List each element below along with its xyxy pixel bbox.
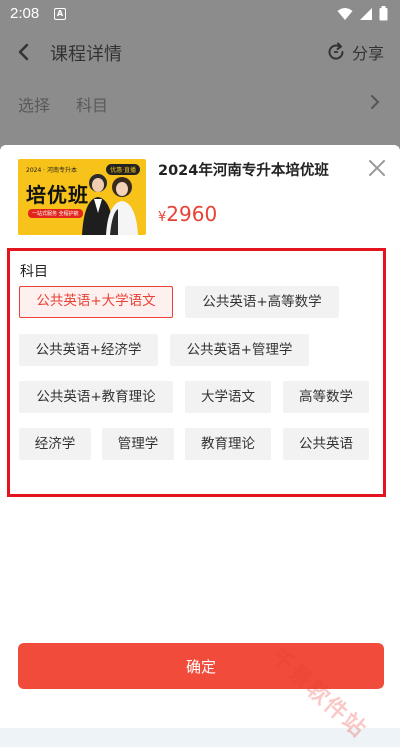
subject-heading: 科目 <box>20 264 48 280</box>
page-title: 课程详情 <box>50 44 122 65</box>
share-label: 分享 <box>351 44 384 63</box>
thumbnail-subtitle: 一站式服务 全程护航 <box>28 209 83 218</box>
share-icon <box>328 42 344 60</box>
thumbnail-top-text: 2024 · 河南专升本 <box>26 167 77 174</box>
chevron-right-icon <box>371 95 380 109</box>
battery-icon <box>379 6 388 21</box>
subject-option[interactable]: 公共英语+经济学 <box>19 334 158 366</box>
subject-option[interactable]: 管理学 <box>102 428 174 460</box>
price-value: 2960 <box>166 202 218 226</box>
subject-option[interactable]: 公共英语+管理学 <box>170 334 309 366</box>
subject-select-row[interactable]: 选择 科目 <box>0 80 400 124</box>
wifi-icon <box>337 7 353 20</box>
subject-options-panel: 科目 公共英语+大学语文 公共英语+高等数学 公共英语+经济学 公共英语+管理学… <box>7 248 386 497</box>
subject-option[interactable]: 公共英语 <box>283 428 369 460</box>
subject-option[interactable]: 经济学 <box>19 428 91 460</box>
close-icon[interactable] <box>368 159 386 177</box>
course-title: 2024年河南专升本培优班 <box>158 163 329 179</box>
subject-option[interactable]: 公共英语+教育理论 <box>19 381 173 413</box>
subject-option[interactable]: 大学语文 <box>185 381 271 413</box>
select-value: 科目 <box>76 96 109 115</box>
subject-option[interactable]: 教育理论 <box>185 428 271 460</box>
share-button[interactable]: 分享 <box>326 40 384 64</box>
select-label: 选择 <box>18 96 51 115</box>
signal-icon <box>360 7 372 20</box>
subject-option[interactable]: 公共英语+大学语文 <box>19 286 173 318</box>
subject-picker-sheet: 2024 · 河南专升本 优惠·直播 培优班 一站式服务 全程护航 2024年河… <box>0 145 400 747</box>
back-arrow-icon[interactable] <box>14 42 34 62</box>
notification-icon: A <box>54 8 66 20</box>
course-price: ¥2960 <box>158 202 217 226</box>
dimmed-background[interactable]: 2:08 A 课程详情 分享 选择 科目 <box>0 0 400 150</box>
subject-option[interactable]: 公共英语+高等数学 <box>185 286 339 318</box>
nav-bar: 课程详情 分享 <box>0 28 400 76</box>
status-time: 2:08 <box>10 5 40 22</box>
teachers-image <box>82 174 138 235</box>
status-bar: 2:08 A <box>0 0 400 28</box>
course-thumbnail: 2024 · 河南专升本 优惠·直播 培优班 一站式服务 全程护航 <box>18 159 146 235</box>
subject-option[interactable]: 高等数学 <box>283 381 369 413</box>
status-icons <box>337 6 388 21</box>
